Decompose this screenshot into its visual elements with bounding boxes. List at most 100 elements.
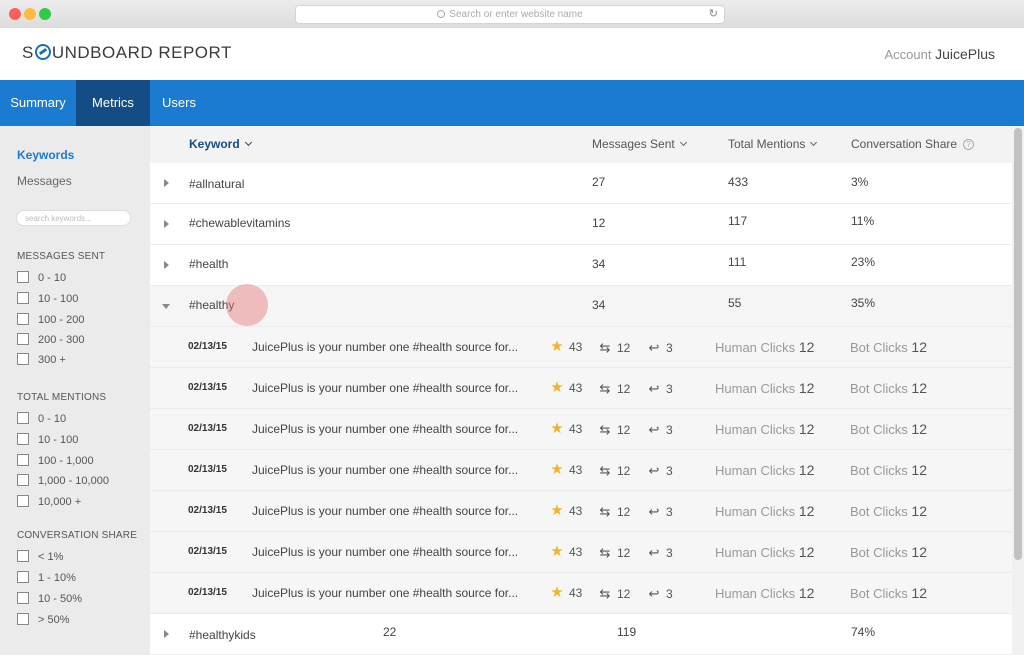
replies-count: 3 <box>666 587 673 601</box>
checkbox[interactable] <box>17 271 29 283</box>
message-text[interactable]: JuicePlus is your number one #health sou… <box>252 381 532 395</box>
expand-caret-icon[interactable] <box>164 630 169 638</box>
bot-clicks-count: 12 <box>911 339 927 355</box>
logo-text-start: S <box>22 43 34 62</box>
human-clicks: Human Clicks 12 <box>715 585 814 601</box>
retweets-stat: ⇆ 12 <box>598 545 631 561</box>
keyword-row[interactable]: #allnatural 27 433 3% <box>150 163 1024 204</box>
filter-checkbox[interactable]: 10 - 100 <box>17 292 78 306</box>
total-mentions-cell: 119 <box>617 625 637 639</box>
message-text[interactable]: JuicePlus is your number one #health sou… <box>252 586 532 600</box>
filter-checkbox[interactable]: 0 - 10 <box>17 412 66 426</box>
message-text[interactable]: JuicePlus is your number one #health sou… <box>252 340 532 354</box>
messages-sent-cell: 22 <box>383 625 397 639</box>
search-keywords-input[interactable]: search keywords... <box>16 210 131 226</box>
sidebar-item-messages[interactable]: Messages <box>17 174 72 188</box>
retweets-count: 12 <box>617 341 631 355</box>
close-window-button[interactable] <box>9 8 21 20</box>
collapse-caret-icon[interactable] <box>162 304 170 309</box>
scrollbar-thumb[interactable] <box>1014 128 1022 560</box>
checkbox[interactable] <box>17 474 29 486</box>
checkbox[interactable] <box>17 550 29 562</box>
message-text[interactable]: JuicePlus is your number one #health sou… <box>252 422 532 436</box>
message-row[interactable]: 02/13/15 JuicePlus is your number one #h… <box>150 532 1024 573</box>
bot-clicks-count: 12 <box>911 544 927 560</box>
filter-checkbox[interactable]: 10,000 + <box>17 495 81 509</box>
sort-total-mentions-header[interactable]: Total Mentions <box>728 137 818 151</box>
checkbox[interactable] <box>17 495 29 507</box>
message-date: 02/13/15 <box>188 341 227 352</box>
replies-stat: ↩ 3 <box>647 463 673 479</box>
filter-checkbox[interactable]: > 50% <box>17 613 70 627</box>
tab-metrics[interactable]: Metrics <box>76 80 150 126</box>
checkbox[interactable] <box>17 613 29 625</box>
help-icon[interactable]: ? <box>963 139 975 150</box>
replies-count: 3 <box>666 505 673 519</box>
zoom-window-button[interactable] <box>39 8 51 20</box>
checkbox[interactable] <box>17 313 29 325</box>
checkbox[interactable] <box>17 571 29 583</box>
checkbox[interactable] <box>17 292 29 304</box>
retweet-icon: ⇆ <box>599 504 611 519</box>
filter-label: 200 - 300 <box>38 334 85 346</box>
message-row[interactable]: 02/13/15 JuicePlus is your number one #h… <box>150 409 1024 450</box>
filter-checkbox[interactable]: 10 - 50% <box>17 592 82 606</box>
conversation-share-cell: 3% <box>851 175 869 189</box>
vertical-scrollbar[interactable] <box>1012 126 1024 655</box>
account-name: JuicePlus <box>935 46 995 62</box>
address-bar[interactable]: Search or enter website name ↻ <box>295 5 725 24</box>
message-text[interactable]: JuicePlus is your number one #health sou… <box>252 545 532 559</box>
message-row[interactable]: 02/13/15 JuicePlus is your number one #h… <box>150 327 1024 368</box>
checkbox[interactable] <box>17 592 29 604</box>
star-icon: ★ <box>550 461 564 478</box>
reload-icon[interactable]: ↻ <box>709 6 718 23</box>
tab-summary[interactable]: Summary <box>0 80 76 126</box>
keyword-row[interactable]: #healthykids 22 119 74% <box>150 614 1024 655</box>
keyword-row-expanded[interactable]: #healthy 34 55 35% <box>150 286 1024 327</box>
keyword-cell: #chewablevitamins <box>189 216 291 230</box>
total-mentions-cell: 111 <box>728 255 747 269</box>
filter-checkbox[interactable]: 200 - 300 <box>17 333 84 347</box>
message-text[interactable]: JuicePlus is your number one #health sou… <box>252 463 532 477</box>
filter-checkbox[interactable]: < 1% <box>17 550 63 564</box>
filter-checkbox[interactable]: 100 - 200 <box>17 313 84 327</box>
minimize-window-button[interactable] <box>24 8 36 20</box>
checkbox[interactable] <box>17 412 29 424</box>
checkbox[interactable] <box>17 433 29 445</box>
retweets-stat: ⇆ 12 <box>598 586 631 602</box>
account-menu[interactable]: Account JuicePlus <box>884 46 995 62</box>
star-icon: ★ <box>550 420 564 437</box>
filter-checkbox[interactable]: 300 + <box>17 353 66 367</box>
checkbox[interactable] <box>17 353 29 365</box>
expand-caret-icon[interactable] <box>164 179 169 187</box>
messages-sent-cell: 12 <box>592 216 606 230</box>
filter-checkbox[interactable]: 100 - 1,000 <box>17 454 94 468</box>
bot-clicks: Bot Clicks 12 <box>850 339 927 355</box>
filter-checkbox[interactable]: 1 - 10% <box>17 571 76 585</box>
tab-users[interactable]: Users <box>150 80 208 126</box>
filter-checkbox[interactable]: 1,000 - 10,000 <box>17 474 109 488</box>
message-row[interactable]: 02/13/15 JuicePlus is your number one #h… <box>150 573 1024 614</box>
checkbox[interactable] <box>17 333 29 345</box>
keyword-row[interactable]: #health 34 111 23% <box>150 245 1024 286</box>
filter-label: 0 - 10 <box>38 272 67 284</box>
message-text[interactable]: JuicePlus is your number one #health sou… <box>252 504 532 518</box>
expand-caret-icon[interactable] <box>164 220 169 228</box>
replies-stat: ↩ 3 <box>647 340 673 356</box>
filter-checkbox[interactable]: 10 - 100 <box>17 433 78 447</box>
sort-keyword-header[interactable]: Keyword <box>189 137 252 151</box>
expand-caret-icon[interactable] <box>164 261 169 269</box>
retweets-stat: ⇆ 12 <box>598 381 631 397</box>
replies-count: 3 <box>666 464 673 478</box>
keyword-row[interactable]: #chewablevitamins 12 117 11% <box>150 204 1024 245</box>
message-row[interactable]: 02/13/15 JuicePlus is your number one #h… <box>150 491 1024 532</box>
retweets-count: 12 <box>617 464 631 478</box>
message-row[interactable]: 02/13/15 JuicePlus is your number one #h… <box>150 450 1024 491</box>
message-row[interactable]: 02/13/15 JuicePlus is your number one #h… <box>150 368 1024 409</box>
filter-heading-conversation-share: CONVERSATION SHARE <box>17 530 138 541</box>
sidebar-item-keywords[interactable]: Keywords <box>17 148 74 162</box>
app-logo[interactable]: S UNDBOARD REPORT <box>22 43 232 63</box>
sort-messages-sent-header[interactable]: Messages Sent <box>592 137 687 151</box>
checkbox[interactable] <box>17 454 29 466</box>
filter-checkbox[interactable]: 0 - 10 <box>17 271 66 285</box>
